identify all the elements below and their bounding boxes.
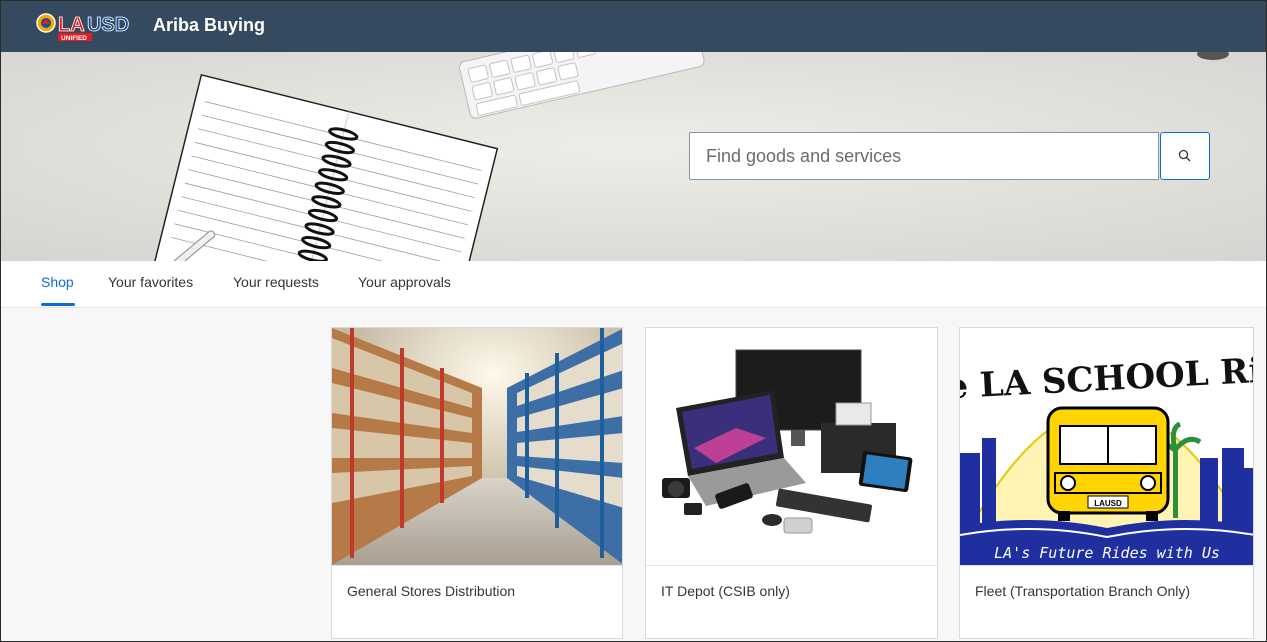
top-bar: LA USD UNIFIED Ariba Buying (1, 1, 1266, 52)
svg-text:USD: USD (87, 14, 129, 36)
lausd-logo[interactable]: LA USD UNIFIED (33, 9, 145, 44)
bus-plate-text: LAUSD (1094, 499, 1122, 508)
app-window: LA USD UNIFIED Ariba Buying Find goods a… (0, 0, 1267, 642)
logo-bottom-text: LA's Future Rides with Us (994, 544, 1220, 562)
tile-divider (646, 565, 937, 566)
app-title: Ariba Buying (153, 15, 266, 35)
hero-banner (1, 52, 1266, 261)
la-school-ride-logo-image: LAUSD the LA SCHOOL Ride LA's Future Rid… (960, 328, 1253, 565)
catalog-tile-general-stores[interactable]: General Stores Distribution (331, 327, 623, 639)
warehouse-shelves-image (332, 328, 622, 565)
catalog-tiles-area: General Stores Distribution IT Depot (CS… (1, 308, 1266, 641)
tab-your-favorites[interactable]: Your favorites (108, 274, 193, 290)
tab-shop[interactable]: Shop (41, 274, 74, 290)
active-tab-indicator (41, 303, 75, 306)
catalog-tile-fleet[interactable]: LAUSD the LA SCHOOL Ride LA's Future Rid… (959, 327, 1254, 639)
tab-your-approvals[interactable]: Your approvals (358, 274, 451, 290)
search-input[interactable] (689, 132, 1159, 180)
svg-text:LA: LA (58, 14, 85, 36)
search-icon (1178, 149, 1191, 162)
tile-label: Fleet (Transportation Branch Only) (975, 583, 1191, 599)
svg-text:UNIFIED: UNIFIED (61, 35, 87, 42)
tile-divider (332, 565, 622, 566)
tile-label: General Stores Distribution (347, 583, 516, 599)
electronics-devices-image (646, 328, 937, 565)
catalog-tile-it-depot[interactable]: IT Depot (CSIB only) (645, 327, 938, 639)
tile-divider (960, 565, 1253, 566)
tab-bar: Shop Your favorites Your requests Your a… (1, 261, 1266, 308)
tile-label: IT Depot (CSIB only) (661, 583, 790, 599)
search-button[interactable] (1160, 132, 1210, 180)
tab-your-requests[interactable]: Your requests (233, 274, 319, 290)
search-bar (689, 132, 1211, 182)
